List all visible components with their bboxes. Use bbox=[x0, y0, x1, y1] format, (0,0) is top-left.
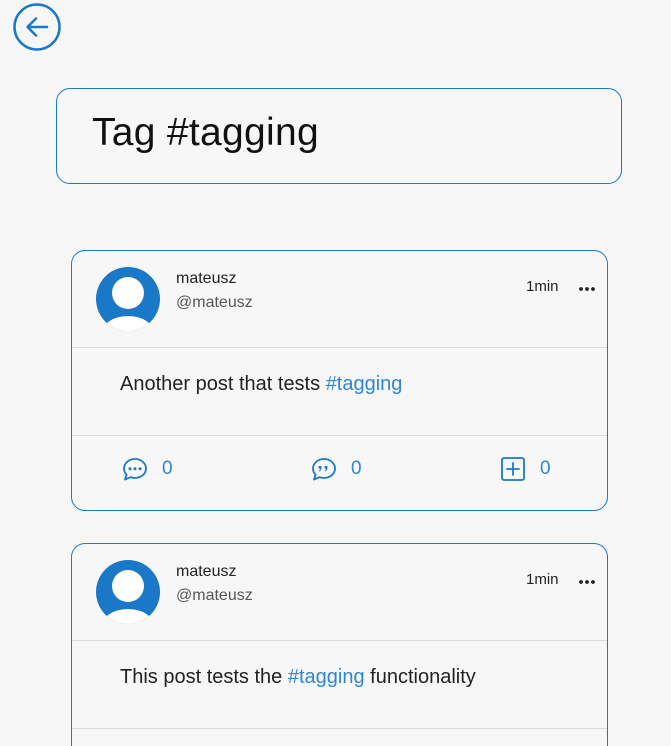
ellipsis-icon[interactable] bbox=[578, 277, 596, 299]
comment-bubble-icon bbox=[123, 458, 147, 481]
quote-count: 0 bbox=[351, 458, 362, 479]
user-avatar-icon[interactable] bbox=[96, 560, 160, 624]
post-text-before: This post tests the bbox=[120, 666, 288, 688]
post-card[interactable]: mateusz @mateusz 1min This post tests th… bbox=[71, 543, 608, 746]
comment-count: 0 bbox=[162, 458, 173, 479]
ellipsis-icon[interactable] bbox=[578, 570, 596, 592]
post-text: This post tests the #tagging functionali… bbox=[120, 666, 476, 689]
comment-button[interactable]: 0 bbox=[122, 454, 173, 484]
add-button[interactable]: 0 bbox=[500, 454, 551, 484]
post-timestamp: 1min bbox=[526, 278, 559, 295]
author-name[interactable]: mateusz bbox=[176, 563, 236, 581]
arrow-left-circle-icon bbox=[13, 3, 61, 51]
post-body: This post tests the #tagging functionali… bbox=[72, 641, 607, 729]
post-body: Another post that tests #tagging bbox=[72, 348, 607, 436]
post-text-after: functionality bbox=[364, 666, 476, 688]
post-text: Another post that tests #tagging bbox=[120, 373, 402, 396]
page-title: Tag #tagging bbox=[92, 111, 319, 154]
hashtag-link[interactable]: #tagging bbox=[288, 666, 365, 688]
tag-page: Tag #tagging mateusz @mateusz 1min Anoth… bbox=[0, 0, 671, 746]
quote-bubble-icon bbox=[312, 458, 336, 481]
plus-square-icon bbox=[501, 457, 525, 481]
post-timestamp: 1min bbox=[526, 571, 559, 588]
add-count: 0 bbox=[540, 458, 551, 479]
post-actions: 0 0 0 bbox=[72, 436, 607, 510]
hashtag-link[interactable]: #tagging bbox=[326, 373, 403, 395]
post-header: mateusz @mateusz 1min bbox=[72, 544, 607, 641]
author-name[interactable]: mateusz bbox=[176, 270, 236, 288]
post-card[interactable]: mateusz @mateusz 1min Another post that … bbox=[71, 250, 608, 511]
post-text-before: Another post that tests bbox=[120, 373, 326, 395]
tag-header-card: Tag #tagging bbox=[56, 88, 622, 184]
user-avatar-icon[interactable] bbox=[96, 267, 160, 331]
back-button[interactable] bbox=[13, 3, 61, 51]
post-header: mateusz @mateusz 1min bbox=[72, 251, 607, 348]
author-handle[interactable]: @mateusz bbox=[176, 587, 253, 605]
quote-button[interactable]: 0 bbox=[311, 454, 362, 484]
author-handle[interactable]: @mateusz bbox=[176, 294, 253, 312]
